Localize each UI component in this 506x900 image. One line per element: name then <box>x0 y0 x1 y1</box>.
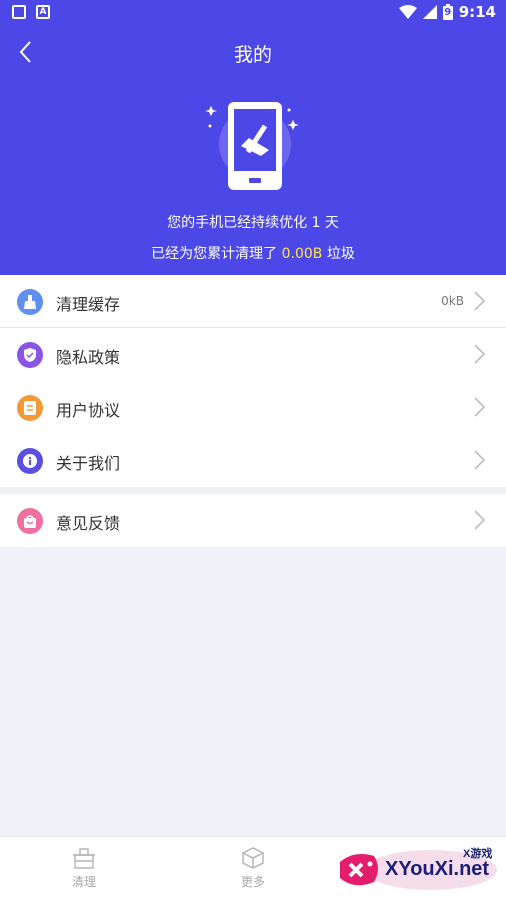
menu-item-label: 隐私政策 <box>56 348 121 367</box>
menu-item-label: 关于我们 <box>56 454 121 473</box>
basket-icon <box>73 848 95 869</box>
tab-label: 清理 <box>71 875 96 889</box>
menu-item-privacy-policy[interactable]: 隐私政策 <box>0 328 506 381</box>
menu-item-about-us[interactable]: 关于我们 <box>0 434 506 487</box>
info-icon <box>17 448 43 474</box>
settings-menu: 清理缓存 0kB 隐私政策 用户协议 关于我们 <box>0 275 506 487</box>
phone-cleaning-illustration <box>205 102 299 190</box>
tab-clean[interactable]: 清理 <box>44 847 124 890</box>
chevron-right-icon <box>474 397 486 417</box>
broom-icon <box>17 289 43 315</box>
clock: 9:14 <box>458 3 496 21</box>
image-notification-icon <box>12 5 26 19</box>
tab-label: 更多 <box>240 875 265 889</box>
menu-item-clear-cache[interactable]: 清理缓存 0kB <box>0 275 506 328</box>
battery-level: 9 <box>444 6 452 18</box>
shield-icon <box>17 342 43 368</box>
menu-item-user-agreement[interactable]: 用户协议 <box>0 381 506 434</box>
menu-item-label: 意见反馈 <box>56 514 121 533</box>
chevron-right-icon <box>474 344 486 364</box>
tab-more[interactable]: 更多 <box>213 847 293 890</box>
menu-item-feedback[interactable]: 意见反馈 <box>0 494 506 547</box>
chevron-right-icon <box>474 510 486 530</box>
cache-size-value: 0kB <box>441 294 464 308</box>
cube-icon <box>242 847 264 869</box>
document-icon <box>17 395 43 421</box>
signal-icon <box>422 5 437 19</box>
menu-item-label: 用户协议 <box>56 401 121 420</box>
optimize-days-text: 您的手机已经持续优化 1 天 <box>167 215 339 231</box>
optimize-days: 1 <box>311 215 321 231</box>
chevron-right-icon <box>474 291 486 311</box>
bag-icon <box>17 508 43 534</box>
feedback-card: 意见反馈 <box>0 494 506 547</box>
cleaned-amount: 0.00B <box>281 246 323 262</box>
chevron-right-icon <box>474 450 486 470</box>
status-bar: A 9 9:14 <box>0 0 506 26</box>
profile-header: A 9 9:14 我的 您的手机已经持续优化 1 天 已经为您累计清理了 0.0… <box>0 0 506 275</box>
font-notification-icon: A <box>36 5 50 19</box>
wifi-icon <box>398 5 417 19</box>
page-title: 我的 <box>233 44 272 66</box>
menu-item-label: 清理缓存 <box>56 295 121 314</box>
watermark-text: XYouXi.net <box>385 858 490 880</box>
cleaned-total-text: 已经为您累计清理了 0.00B 垃圾 <box>151 246 355 262</box>
